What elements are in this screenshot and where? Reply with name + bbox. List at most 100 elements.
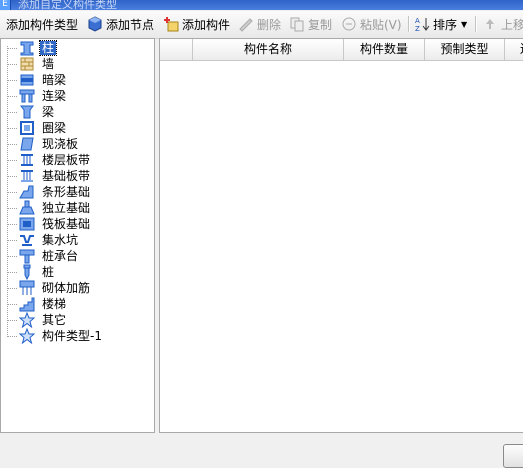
tree-connector <box>7 128 17 129</box>
copy-button[interactable]: 复制 <box>289 15 332 33</box>
tree-connector <box>7 224 17 225</box>
copy-icon <box>289 16 305 32</box>
tree-item-label: 集水坑 <box>42 233 79 247</box>
tree-connector <box>7 144 17 145</box>
tree-item[interactable]: 暗梁 <box>1 72 154 88</box>
tree-item[interactable]: 墙 <box>1 56 154 72</box>
paste-icon <box>341 16 357 32</box>
tree-item[interactable]: 梁 <box>1 104 154 120</box>
chevron-down-icon: ▼ <box>461 19 468 29</box>
sort-az-icon: AZ <box>414 16 430 33</box>
tree-item-label: 砌体加筋 <box>42 281 91 295</box>
footer-button[interactable] <box>503 444 523 468</box>
tree-item-label: 基础板带 <box>42 169 91 183</box>
add-component-icon <box>163 16 179 32</box>
delete-button[interactable]: 删除 <box>238 15 281 33</box>
svg-text:Z: Z <box>415 25 420 32</box>
toolbar-separator <box>408 16 410 32</box>
add-type-button[interactable]: 添加构件类型 <box>6 15 78 33</box>
tree-item[interactable]: 独立基础 <box>1 200 154 216</box>
tree-connector <box>7 48 17 49</box>
tree-connector <box>7 96 17 97</box>
toolbar-separator <box>475 16 477 32</box>
tree-item[interactable]: 楼层板带 <box>1 152 154 168</box>
add-node-label: 添加节点 <box>106 17 155 32</box>
tree-item[interactable]: 桩承台 <box>1 248 154 264</box>
tree-item[interactable]: 集水坑 <box>1 232 154 248</box>
tree-item-label: 现浇板 <box>42 137 79 151</box>
tree-item-label: 连梁 <box>42 89 67 103</box>
stairs-icon <box>19 296 35 312</box>
tree-item[interactable]: 桩 <box>1 264 154 281</box>
tree-item-label: 墙 <box>42 57 55 71</box>
tree-item-label: 其它 <box>42 313 67 327</box>
masonry-rebar-icon <box>19 280 35 296</box>
component-grid[interactable]: 构件名称 构件数量 预制类型 连 <box>159 38 523 433</box>
svg-text:A: A <box>415 17 420 25</box>
star-icon <box>18 311 36 329</box>
column-icon <box>19 40 35 56</box>
tree-item[interactable]: 构件类型-1 <box>1 327 154 345</box>
tree-item-label: 暗梁 <box>42 73 67 87</box>
tree-item-label: 楼梯 <box>42 297 67 311</box>
pile-cap-icon <box>19 248 35 264</box>
tree-item[interactable]: 其它 <box>1 311 154 329</box>
pile-icon <box>19 264 35 281</box>
tree-item[interactable]: 圈梁 <box>1 120 154 136</box>
column-header-count[interactable]: 构件数量 <box>344 39 425 60</box>
paste-button[interactable]: 粘贴(V) <box>341 15 402 33</box>
title-bar: E 添加自定义构件类型 <box>0 0 523 10</box>
tree-connector <box>7 272 17 273</box>
component-type-tree[interactable]: 柱墙暗梁连梁梁圈梁现浇板楼层板带基础板带 条形基础 独立基础筏板基础集水坑桩承台桩砌… <box>0 38 155 433</box>
sump-icon <box>19 232 35 248</box>
tree-connector <box>7 192 17 193</box>
tree-item-label: 梁 <box>42 105 55 119</box>
tree-item-label: 桩 <box>42 265 55 279</box>
tree-connector <box>7 176 17 177</box>
add-node-button[interactable]: 添加节点 <box>87 15 154 33</box>
tree-item-label: 桩承台 <box>42 249 79 263</box>
tree-item[interactable]: 条形基础 <box>1 184 154 200</box>
tree-item[interactable]: 基础板带 <box>1 168 154 184</box>
tree-connector <box>7 240 17 241</box>
beam-icon <box>19 104 35 120</box>
tree-connector <box>7 336 17 337</box>
delete-label: 删除 <box>257 17 282 32</box>
tree-item[interactable]: 筏板基础 <box>1 216 154 232</box>
add-component-button[interactable]: 添加构件 <box>163 15 230 33</box>
copy-label: 复制 <box>308 17 333 32</box>
column-header-name[interactable]: 构件名称 <box>193 39 344 60</box>
column-header-link[interactable]: 连 <box>505 39 523 60</box>
tree-connector <box>7 80 17 81</box>
tree-item-label: 楼层板带 <box>42 153 91 167</box>
strip-foundation-icon <box>19 184 35 200</box>
hidden-beam-icon <box>19 72 35 88</box>
grid-header: 构件名称 构件数量 预制类型 连 <box>160 39 523 61</box>
tree-item-label: 圈梁 <box>42 121 67 135</box>
star-icon <box>18 327 36 345</box>
tree-item[interactable]: 楼梯 <box>1 296 154 312</box>
window-title: 添加自定义构件类型 <box>18 0 117 10</box>
tree-item-label: 独立基础 <box>42 201 91 215</box>
floor-strip-icon <box>19 152 35 168</box>
paste-label: 粘贴(V) <box>360 17 402 32</box>
tree-connector <box>7 320 17 321</box>
sort-button[interactable]: AZ 排序 ▼ <box>414 15 467 33</box>
coupling-beam-icon <box>19 88 35 104</box>
toolbar: 添加构件类型 添加节点 添加构件 删除 复制 粘贴(V) AZ 排序 ▼ 上移 <box>0 11 523 39</box>
tree-item-label: 柱 <box>38 40 58 56</box>
tree-connector <box>7 304 17 305</box>
tree-item[interactable]: 砌体加筋 <box>1 280 154 296</box>
tree-connector <box>7 208 17 209</box>
tree-connector <box>7 64 17 65</box>
tree-item[interactable]: 连梁 <box>1 88 154 104</box>
tree-item-label: 筏板基础 <box>42 217 91 231</box>
arrow-up-icon <box>482 16 498 32</box>
move-up-button[interactable]: 上移 <box>482 15 523 33</box>
tree-item[interactable]: 现浇板 <box>1 136 154 152</box>
tree-item-label: 构件类型-1 <box>42 329 102 343</box>
wall-icon <box>19 56 35 72</box>
move-up-label: 上移 <box>501 17 523 32</box>
column-header-prefab-type[interactable]: 预制类型 <box>425 39 505 60</box>
tree-item[interactable]: 柱 <box>1 40 154 56</box>
